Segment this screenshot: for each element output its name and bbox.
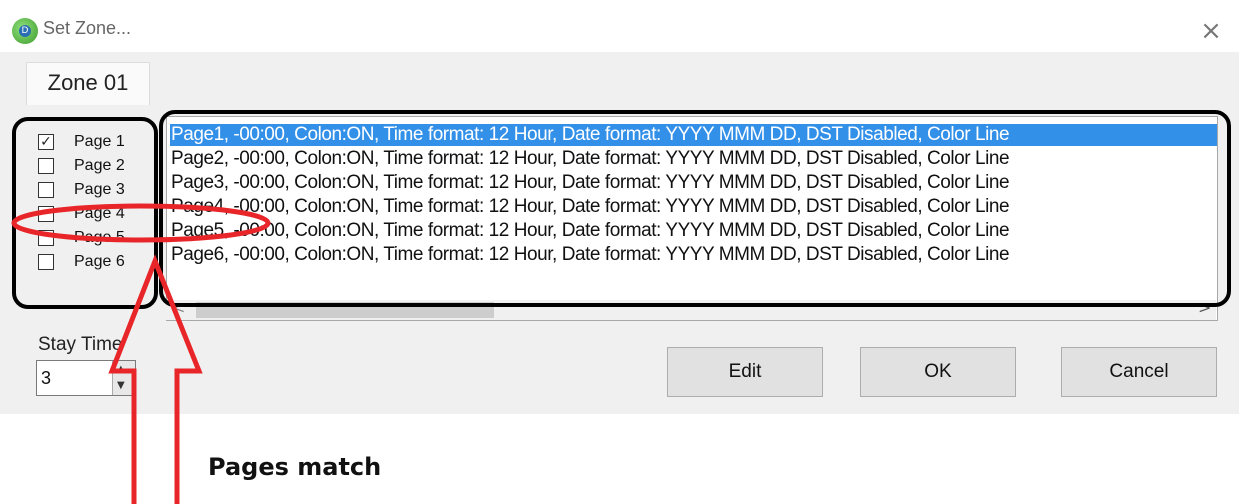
annotation-overlay (11, 203, 271, 504)
annotation-caption: Pages match (208, 453, 382, 481)
annotation-arrow (108, 254, 203, 504)
highlight-ellipse (11, 203, 271, 243)
